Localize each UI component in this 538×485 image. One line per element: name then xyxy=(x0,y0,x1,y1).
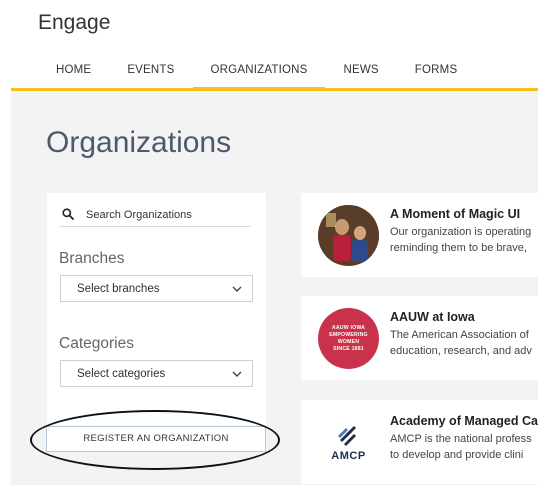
aauw-logo: AAUW IOWA EMPOWERING WOMEN SINCE 1881 xyxy=(318,308,379,369)
organization-description: AMCP is the national profess to develop … xyxy=(390,431,538,463)
description-line: to develop and provide clini xyxy=(390,449,524,461)
nav-tab-organizations[interactable]: ORGANIZATIONS xyxy=(192,62,326,90)
search-icon xyxy=(62,208,74,220)
logo-text: SINCE 1881 xyxy=(333,345,364,352)
filter-panel xyxy=(47,193,266,425)
categories-label: Categories xyxy=(59,335,134,352)
organization-description: Our organization is operating reminding … xyxy=(390,224,538,256)
organization-card[interactable]: AAUW IOWA EMPOWERING WOMEN SINCE 1881 AA… xyxy=(301,296,538,380)
categories-select[interactable]: Select categories xyxy=(60,360,253,387)
nav-tab-forms[interactable]: FORMS xyxy=(397,62,476,88)
search-box[interactable] xyxy=(60,205,251,227)
organization-name[interactable]: Academy of Managed Ca xyxy=(390,414,538,428)
description-line: Our organization is operating xyxy=(390,226,532,238)
chevron-down-icon xyxy=(232,286,242,292)
amcp-logo: AMCP xyxy=(318,412,379,473)
nav-tab-news[interactable]: NEWS xyxy=(325,62,396,88)
nav-tab-events[interactable]: EVENTS xyxy=(109,62,192,88)
top-header: Engage HOME EVENTS ORGANIZATIONS NEWS FO… xyxy=(0,0,538,92)
nav-tab-home[interactable]: HOME xyxy=(38,62,109,88)
description-line: The American Association of xyxy=(390,329,529,341)
page-title: Organizations xyxy=(46,126,232,159)
chevron-down-icon xyxy=(232,371,242,377)
logo-text: EMPOWERING xyxy=(329,331,368,338)
categories-select-value: Select categories xyxy=(77,368,166,380)
annotation-ellipse xyxy=(30,410,280,470)
description-line: AMCP is the national profess xyxy=(390,433,532,445)
photo-logo xyxy=(318,205,379,266)
app-title[interactable]: Engage xyxy=(38,11,110,35)
organization-description: The American Association of education, r… xyxy=(390,327,538,359)
search-input[interactable] xyxy=(86,207,246,223)
branches-select[interactable]: Select branches xyxy=(60,275,253,302)
logo-text: WOMEN xyxy=(337,338,360,345)
main-nav: HOME EVENTS ORGANIZATIONS NEWS FORMS xyxy=(38,62,476,90)
description-line: reminding them to be brave, xyxy=(390,242,527,254)
branches-select-value: Select branches xyxy=(77,283,160,295)
organization-name[interactable]: AAUW at Iowa xyxy=(390,310,475,324)
organization-card[interactable]: AMCP Academy of Managed Ca AMCP is the n… xyxy=(301,400,538,484)
logo-text: AMCP xyxy=(331,449,366,462)
photo-image xyxy=(318,205,379,266)
organization-name[interactable]: A Moment of Magic UI xyxy=(390,207,520,221)
branches-label: Branches xyxy=(59,250,125,267)
description-line: education, research, and adv xyxy=(390,345,532,357)
logo-text: AAUW IOWA xyxy=(331,324,366,331)
amcp-mark-icon xyxy=(337,425,356,446)
organization-card[interactable]: A Moment of Magic UI Our organization is… xyxy=(301,193,538,277)
